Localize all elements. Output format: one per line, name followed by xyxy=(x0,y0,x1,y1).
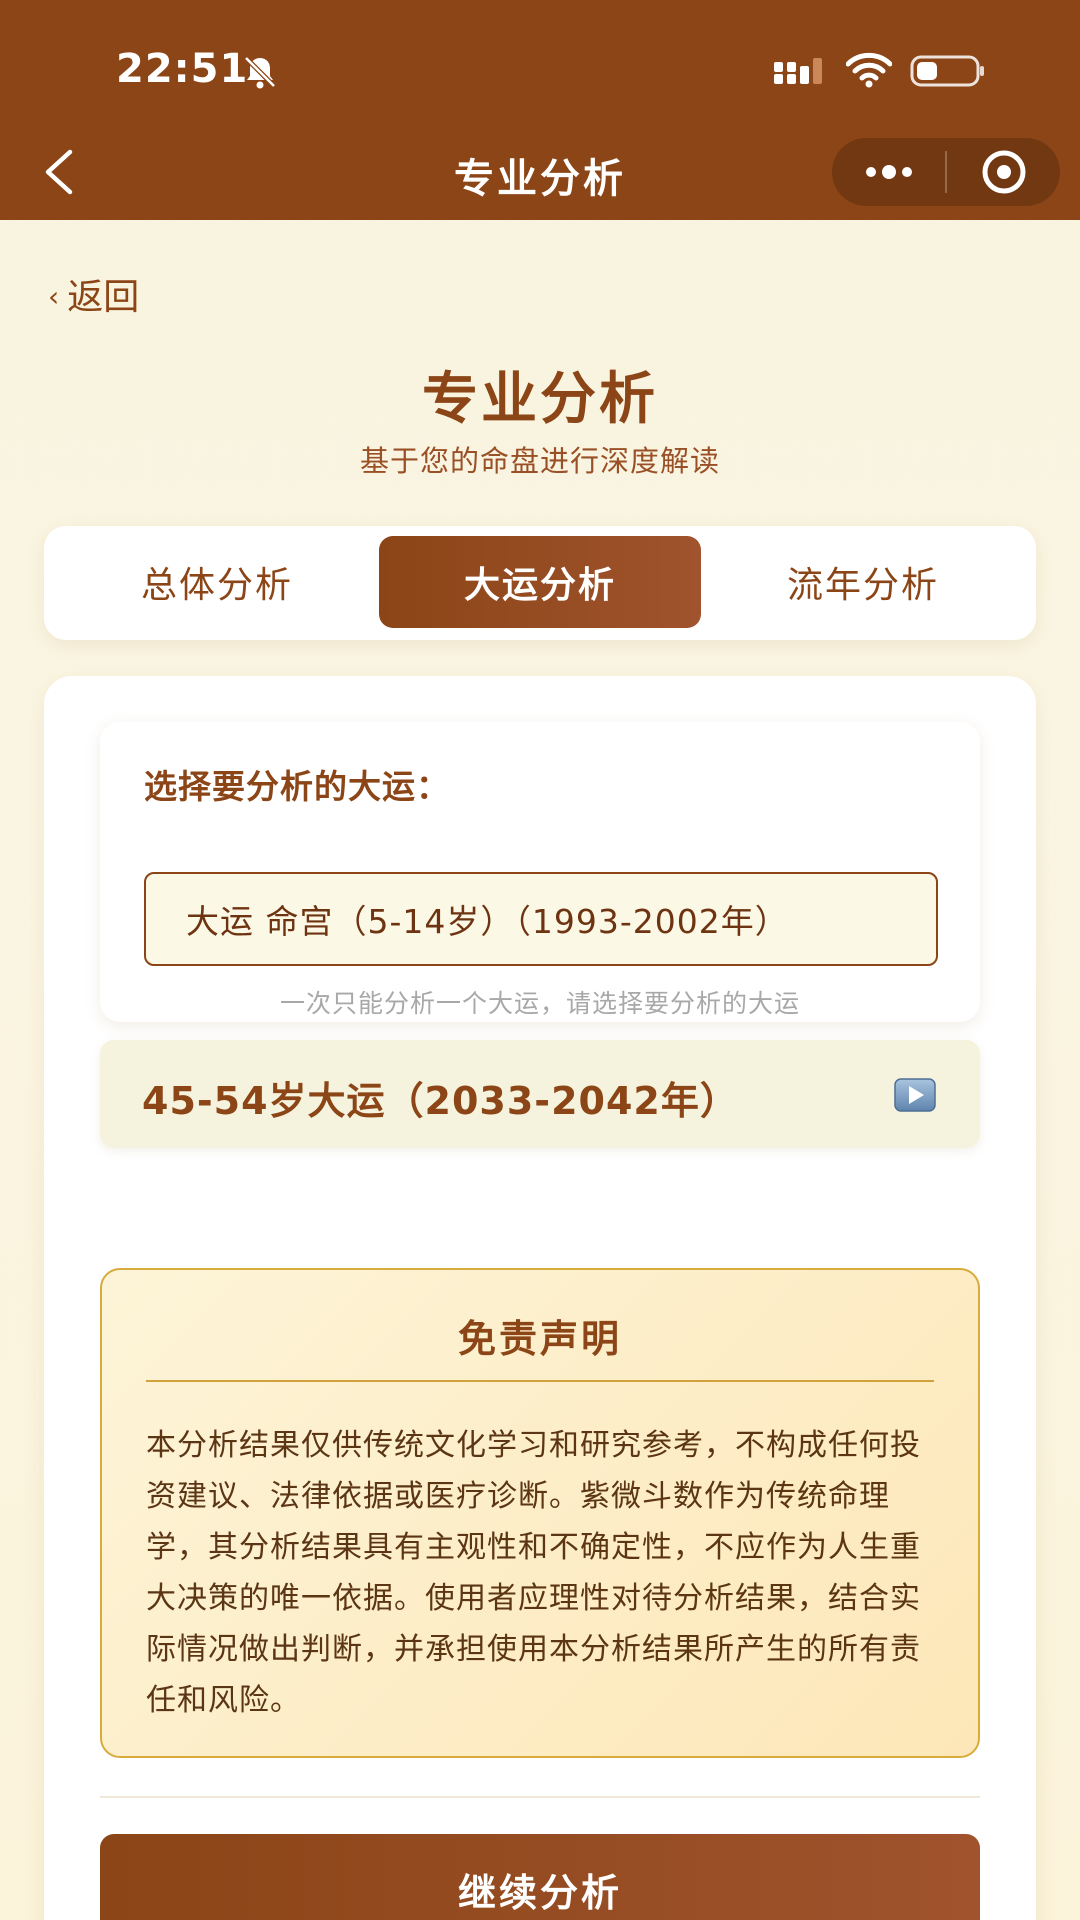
mini-program-capsule xyxy=(832,138,1060,206)
status-time: 22:51 xyxy=(116,46,249,92)
dayun-selector-card: 选择要分析的大运： 大运 命宫（5-14岁）（1993-2002年） 一次只能分… xyxy=(100,722,980,1022)
top-header: 22:51 专业分析 xyxy=(0,0,1080,220)
back-link-label: 返回 xyxy=(67,277,140,318)
continue-analysis-button[interactable]: 继续分析 xyxy=(100,1834,980,1920)
signal-icon xyxy=(774,58,822,84)
more-icon xyxy=(865,165,912,179)
wifi-icon xyxy=(846,52,892,88)
page-title: 专业分析 xyxy=(422,367,658,432)
page-subtitle: 基于您的命盘进行深度解读 xyxy=(359,444,720,478)
disclaimer-title: 免责声明 xyxy=(457,1317,622,1361)
play-icon xyxy=(894,1078,936,1112)
disclaimer-box: 免责声明 本分析结果仅供传统文化学习和研究参考，不构成任何投资建议、法律依据或医… xyxy=(100,1268,980,1758)
disclaimer-text: 本分析结果仅供传统文化学习和研究参考，不构成任何投资建议、法律依据或医疗诊断。紫… xyxy=(146,1428,921,1718)
section-divider xyxy=(100,1796,980,1798)
battery-icon xyxy=(910,55,984,87)
dayun-list-item[interactable]: 45-54岁大运（2033-2042年） xyxy=(100,1040,980,1148)
back-link[interactable]: ‹ 返回 xyxy=(48,268,139,320)
chevron-left-small-icon: ‹ xyxy=(48,279,60,313)
dayun-item-label: 45-54岁大运（2033-2042年） xyxy=(142,1079,739,1123)
main-card: 选择要分析的大运： 大运 命宫（5-14岁）（1993-2002年） 一次只能分… xyxy=(44,676,1036,1920)
bell-muted-icon xyxy=(244,56,276,89)
analysis-tabs: 总体分析 大运分析 流年分析 xyxy=(44,526,1036,640)
record-icon xyxy=(982,150,1025,194)
close-mini-program-button[interactable] xyxy=(947,138,1060,206)
selector-label: 选择要分析的大运： xyxy=(144,767,450,806)
more-button[interactable] xyxy=(832,138,945,206)
tab-liunian-analysis[interactable]: 流年分析 xyxy=(702,536,1024,628)
dayun-select[interactable]: 大运 命宫（5-14岁）（1993-2002年） xyxy=(144,872,938,966)
selector-hint: 一次只能分析一个大运，请选择要分析的大运 xyxy=(279,989,800,1018)
disclaimer-divider xyxy=(146,1380,934,1382)
tab-overall-analysis[interactable]: 总体分析 xyxy=(56,536,378,628)
tab-dayun-analysis[interactable]: 大运分析 xyxy=(379,536,701,628)
